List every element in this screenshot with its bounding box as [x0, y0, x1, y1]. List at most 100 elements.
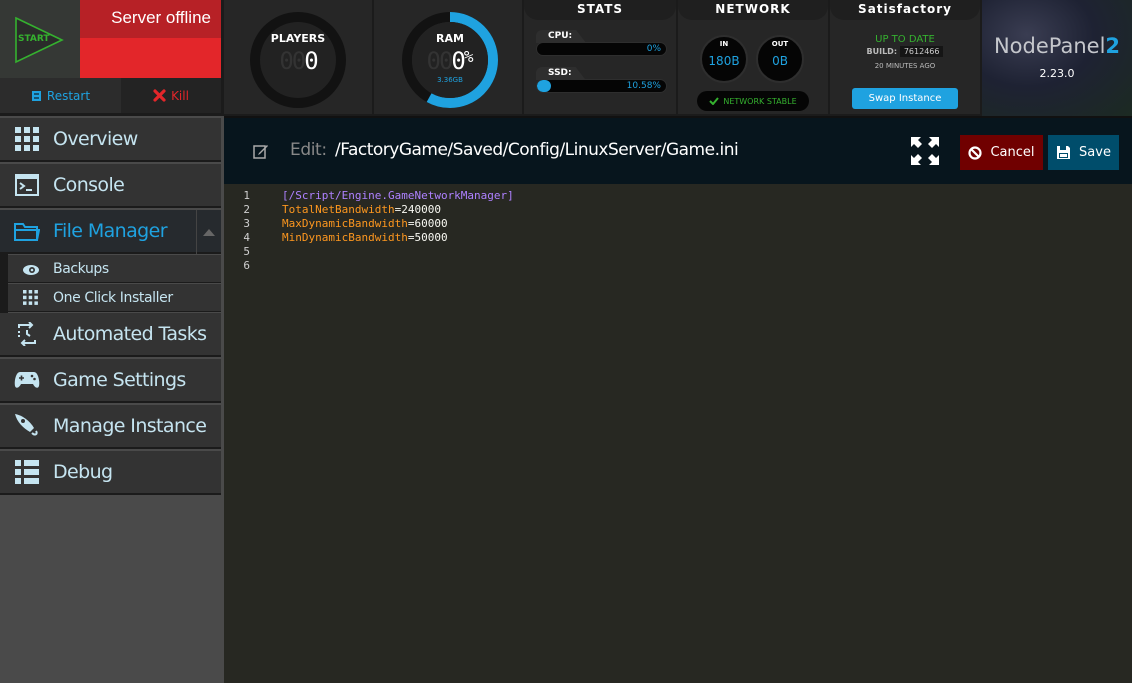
game-title: Satisfactory [830, 0, 980, 20]
ini-section: [/Script/Engine.GameNetworkManager] [282, 189, 514, 202]
ini-value: 50000 [414, 231, 448, 244]
sidebar-item-label: File Manager [53, 220, 168, 242]
kill-button[interactable]: Kill [121, 78, 221, 113]
ram-dial: RAM 000% 3.36GB [402, 12, 498, 108]
list-icon [0, 460, 53, 484]
restart-label: Restart [46, 88, 91, 103]
ssd-value: 10.58% [626, 81, 661, 91]
save-label: Save [1079, 145, 1111, 160]
cancel-button[interactable]: Cancel [960, 135, 1043, 170]
sidebar-item-label: Console [53, 174, 125, 196]
line-number: 3 [243, 217, 250, 230]
ram-label: RAM [436, 32, 464, 45]
code-editor[interactable]: 1 [/Script/Engine.GameNetworkManager] 2 … [224, 186, 1132, 683]
code-line: 3 MaxDynamicBandwidth=60000 [224, 217, 1132, 231]
edit-label: Edit: [290, 140, 327, 160]
network-status-badge: NETWORK STABLE [697, 91, 809, 111]
sidebar-item-automated-tasks[interactable]: Automated Tasks [0, 313, 221, 357]
code-line: 5 [224, 245, 1132, 259]
ini-key: TotalNetBandwidth [282, 203, 395, 216]
sidebar-item-label: Overview [53, 128, 138, 150]
restart-button[interactable]: Restart [0, 78, 121, 113]
sidebar-item-game-settings[interactable]: Game Settings [0, 359, 221, 403]
collapse-toggle[interactable] [196, 210, 221, 254]
sidebar-item-console[interactable]: Console [0, 164, 221, 208]
restart-icon [31, 90, 41, 101]
expand-icon [911, 137, 939, 165]
terminal-icon [0, 174, 53, 196]
ssd-bar: 10.58% [536, 79, 667, 93]
start-label: START [18, 34, 50, 44]
sidebar-item-label: Manage Instance [53, 415, 207, 437]
cpu-value: 0% [646, 44, 661, 54]
sidebar-item-file-manager[interactable]: File Manager [0, 210, 221, 254]
grid-icon [0, 127, 53, 151]
stats-title: STATS [524, 0, 676, 20]
build-info: BUILD: 7612466 [830, 46, 980, 57]
sidebar-subitem-backups[interactable]: Backups [8, 255, 221, 283]
swap-instance-button[interactable]: Swap Instance [852, 88, 958, 109]
sidebar-subitem-label: Backups [53, 260, 109, 277]
line-number: 6 [243, 259, 250, 272]
code-line: 1 [/Script/Engine.GameNetworkManager] [224, 189, 1132, 203]
sidebar-item-overview[interactable]: Overview [0, 118, 221, 162]
ram-percent: 000% [426, 47, 474, 75]
server-status: Server offline [80, 0, 221, 78]
players-widget: PLAYERS 000 [224, 0, 374, 116]
sidebar-item-manage-instance[interactable]: Manage Instance [0, 405, 221, 449]
ram-size: 3.36GB [437, 76, 463, 84]
brand-panel: NodePanel2 2.23.0 [982, 0, 1132, 116]
updated-ago: 20 MINUTES AGO [874, 62, 936, 70]
players-count: 000 [279, 47, 318, 75]
brand-version: 2.23.0 [1039, 67, 1075, 80]
code-line: 2 TotalNetBandwidth=240000 [224, 203, 1132, 217]
start-button[interactable]: START [0, 0, 80, 78]
sidebar-item-label: Automated Tasks [53, 323, 207, 345]
server-control: START Server offline Restart Kill [0, 0, 224, 116]
gamepad-icon [0, 371, 53, 389]
sidebar-item-label: Game Settings [53, 369, 186, 391]
network-in-value: 180B [708, 54, 740, 68]
network-in-dial: IN 180B [700, 35, 748, 83]
network-out-dial: OUT 0B [756, 35, 804, 83]
players-label: PLAYERS [270, 32, 326, 45]
grid-icon [8, 290, 53, 305]
ban-icon [968, 145, 983, 160]
code-line: 6 [224, 259, 1132, 273]
save-button[interactable]: Save [1048, 135, 1119, 170]
floppy-disk-icon [1057, 146, 1071, 159]
network-widget: NETWORK IN 180B OUT 0B NETWORK STABLE [678, 0, 830, 116]
sidebar-item-debug[interactable]: Debug [0, 451, 221, 495]
sidebar: Overview Console File Manager Backups On… [0, 116, 224, 683]
sidebar-subitem-one-click-installer[interactable]: One Click Installer [8, 284, 221, 312]
scheduled-task-icon [0, 322, 53, 346]
close-icon [153, 89, 166, 102]
network-out-label: OUT [771, 40, 789, 48]
ssd-bar-fill [537, 80, 551, 92]
cpu-bar: 0% [536, 42, 667, 56]
cloud-backup-icon [8, 262, 53, 276]
brand-logo: NodePanel2 [993, 34, 1121, 58]
update-status: UP TO DATE [875, 34, 935, 45]
ini-key: MinDynamicBandwidth [282, 231, 408, 244]
network-title: NETWORK [678, 0, 828, 20]
code-line: 4 MinDynamicBandwidth=50000 [224, 231, 1132, 245]
file-path: /FactoryGame/Saved/Config/LinuxServer/Ga… [335, 140, 739, 160]
folder-icon [0, 221, 53, 241]
sidebar-item-label: Debug [53, 461, 113, 483]
fullscreen-button[interactable] [910, 136, 942, 166]
ini-value: 60000 [414, 217, 448, 230]
line-number: 1 [243, 189, 250, 202]
kill-label: Kill [171, 88, 189, 103]
ini-value: 240000 [401, 203, 441, 216]
line-number: 5 [243, 245, 250, 258]
build-number: 7612466 [899, 46, 944, 57]
ram-widget: RAM 000% 3.36GB [374, 0, 524, 116]
cancel-label: Cancel [990, 145, 1035, 160]
network-out-value: 0B [772, 54, 788, 68]
network-in-label: IN [719, 40, 729, 48]
players-dial: PLAYERS 000 [250, 12, 346, 108]
game-widget: Satisfactory UP TO DATE BUILD: 7612466 2… [830, 0, 982, 116]
server-status-text: Server offline [80, 0, 221, 38]
editor-toolbar: Edit: /FactoryGame/Saved/Config/LinuxSer… [224, 116, 1132, 184]
